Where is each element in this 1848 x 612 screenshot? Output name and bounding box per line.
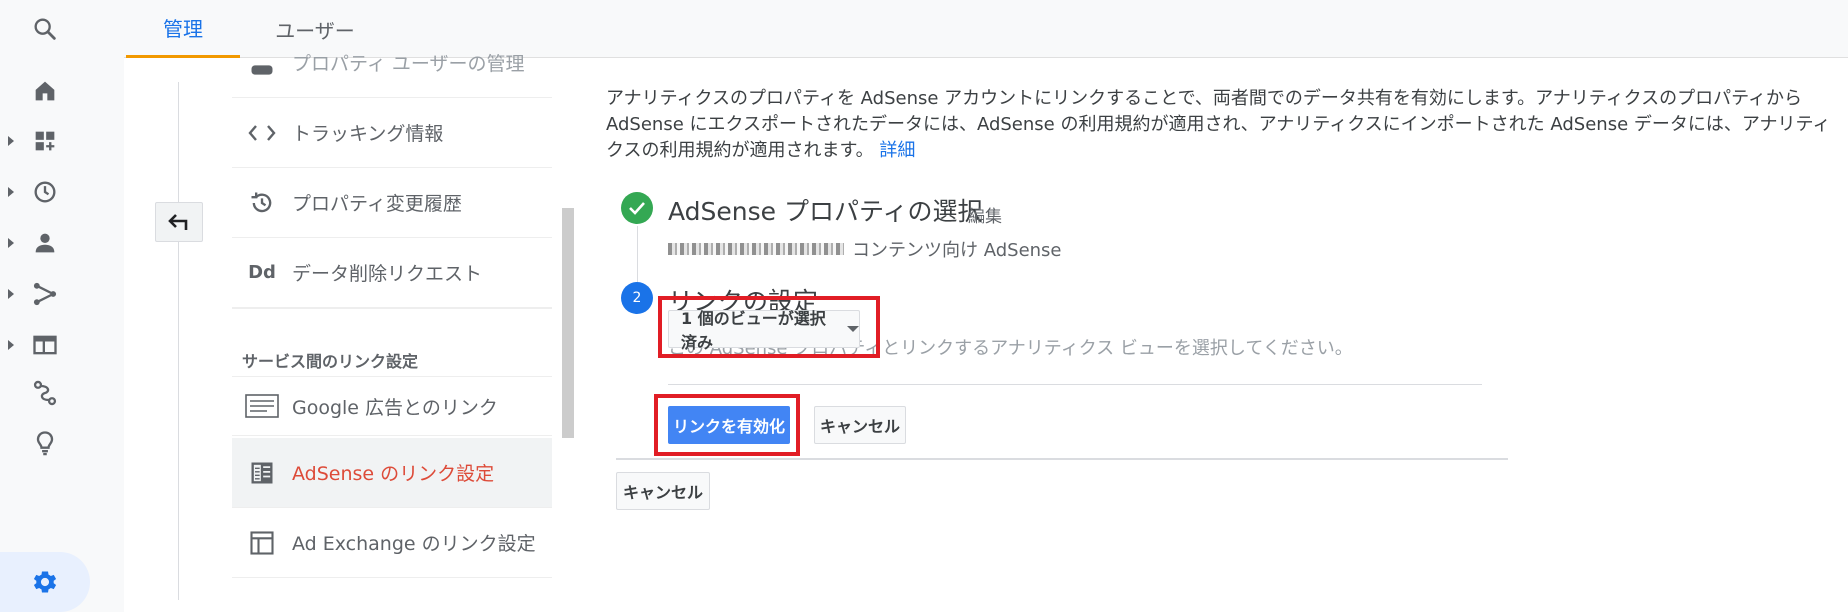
description-text: アナリティクスのプロパティを AdSense アカウントにリンクすることで、両者… xyxy=(606,86,1836,164)
step1-title: AdSense プロパティの選択 xyxy=(668,197,983,226)
menu-item-label: プロパティ ユーザーの管理 xyxy=(292,53,525,75)
back-arrow-icon xyxy=(168,214,188,230)
cancel-button[interactable]: キャンセル xyxy=(814,406,906,444)
customization-icon[interactable] xyxy=(0,112,90,170)
code-icon xyxy=(232,122,292,144)
step-connector-line xyxy=(637,226,638,282)
description-body: アナリティクスのプロパティを AdSense アカウントにリンクすることで、両者… xyxy=(606,88,1831,161)
step2-number-badge: 2 xyxy=(621,282,653,314)
step-complete-check-icon xyxy=(621,192,653,224)
left-nav-rail xyxy=(0,0,124,612)
menu-divider xyxy=(232,308,552,309)
step1-property-type: コンテンツ向け AdSense xyxy=(852,240,1062,261)
adsense-link-content: アナリティクスのプロパティを AdSense アカウントにリンクすることで、両者… xyxy=(606,58,1848,600)
ads-link-icon xyxy=(232,394,292,418)
realtime-clock-icon[interactable] xyxy=(0,163,90,221)
back-button[interactable] xyxy=(155,202,203,242)
audience-person-icon[interactable] xyxy=(0,214,90,272)
menu-scrollbar[interactable] xyxy=(562,208,574,438)
property-menu: プロパティ ユーザーの管理 トラッキング情報 プロパティ変更履歴 Dd データ削… xyxy=(232,53,552,600)
people-icon xyxy=(232,49,292,77)
tab-admin[interactable]: 管理 xyxy=(126,0,240,58)
menu-item-label: プロパティ変更履歴 xyxy=(292,193,462,215)
menu-item-label: トラッキング情報 xyxy=(292,123,444,145)
details-link[interactable]: 詳細 xyxy=(879,140,915,161)
ad-exchange-icon xyxy=(232,529,292,557)
step-divider xyxy=(668,384,1482,385)
step1-selected-property: コンテンツ向け AdSense xyxy=(668,236,1062,262)
menu-item-label: Google 広告とのリンク xyxy=(292,396,498,419)
main-panel: プロパティ ユーザーの管理 トラッキング情報 プロパティ変更履歴 Dd データ削… xyxy=(124,53,1848,600)
menu-item-label: AdSense のリンク設定 xyxy=(292,463,495,485)
highlight-box-view-dropdown xyxy=(658,296,880,358)
menu-item-label: データ削除リクエスト xyxy=(292,263,483,285)
outer-cancel-button[interactable]: キャンセル xyxy=(616,472,710,510)
menu-item-google-ads-link[interactable]: Google 広告とのリンク xyxy=(232,376,552,436)
acquisition-icon[interactable] xyxy=(0,265,90,323)
menu-item-label: Ad Exchange のリンク設定 xyxy=(292,533,536,555)
menu-item-data-deletion-requests[interactable]: Dd データ削除リクエスト xyxy=(232,238,552,308)
step1-edit-link[interactable]: 編集 xyxy=(968,202,1002,227)
analytics-admin-page: 管理 ユーザー プロパティ ユーザーの管理 トラッキング情報 プロパティ変更履歴… xyxy=(0,0,1848,612)
discover-bulb-icon[interactable] xyxy=(0,414,90,472)
data-delete-icon: Dd xyxy=(248,262,276,283)
section-heading-product-linking: サービス間のリンク設定 xyxy=(242,352,419,371)
menu-item-property-user-management[interactable]: プロパティ ユーザーの管理 xyxy=(232,28,552,98)
menu-item-ad-exchange-link[interactable]: Ad Exchange のリンク設定 xyxy=(232,508,552,578)
adsense-icon xyxy=(232,459,292,487)
menu-item-property-change-history[interactable]: プロパティ変更履歴 xyxy=(232,168,552,238)
admin-gear-icon[interactable] xyxy=(0,552,90,612)
column-divider xyxy=(178,82,179,600)
menu-item-tracking-info[interactable]: トラッキング情報 xyxy=(232,98,552,168)
highlight-box-enable-button xyxy=(654,394,800,456)
menu-item-adsense-link[interactable]: AdSense のリンク設定 xyxy=(232,438,552,508)
redacted-property-id xyxy=(668,243,844,255)
search-icon[interactable] xyxy=(0,0,90,58)
form-divider xyxy=(616,458,1508,460)
history-icon xyxy=(232,189,292,217)
